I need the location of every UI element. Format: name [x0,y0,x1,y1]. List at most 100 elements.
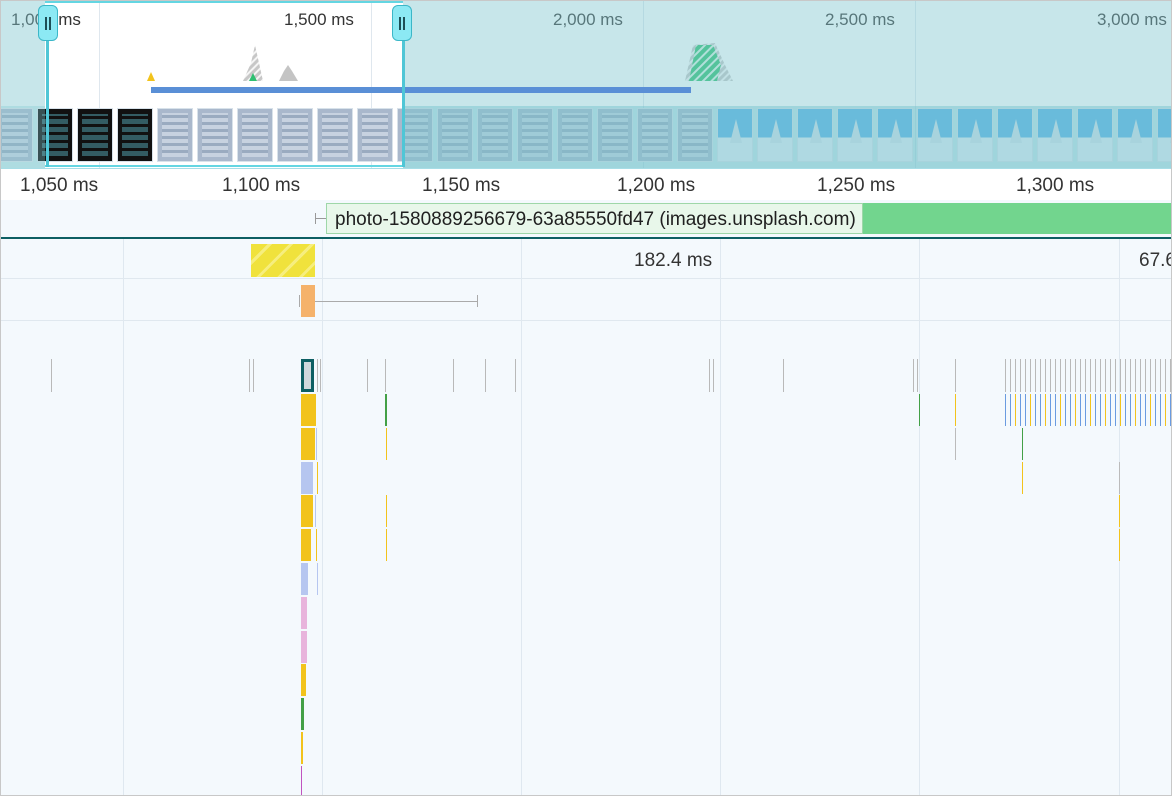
task-tick [1115,359,1116,392]
call-frame [1110,394,1111,426]
gridline [919,239,920,795]
task-tick [709,359,710,392]
gridline [123,239,124,795]
task-tick [1130,359,1131,392]
call-frame [1075,394,1076,426]
network-request-label[interactable]: photo-1580889256679-63a85550fd47 (images… [326,203,863,234]
call-frame [955,428,956,460]
selection-right-line [402,31,405,167]
call-frame [1145,394,1146,426]
loading-event-bar[interactable] [301,285,315,317]
loading-whisker-cap-right [477,295,478,307]
selected-task-event[interactable] [301,359,314,392]
task-tick [1170,359,1171,392]
call-frame [1005,394,1006,426]
task-tick [1095,359,1096,392]
selection-right-handle[interactable] [392,5,412,41]
call-frame [386,529,387,561]
selection-left-handle[interactable] [38,5,58,41]
performance-timeline: 1,000 ms 1,500 ms 2,000 ms 2,500 ms 3,00… [0,0,1172,796]
call-frame [919,394,920,426]
task-tick [1145,359,1146,392]
call-frame [1010,394,1011,426]
call-frame-sliver [316,428,317,460]
call-frame [1119,529,1120,561]
call-frame [1080,394,1081,426]
task-tick [1010,359,1011,392]
timeline-overview[interactable]: 1,000 ms 1,500 ms 2,000 ms 2,500 ms 3,00… [1,1,1171,168]
screenshot-frame[interactable] [77,108,113,162]
task-tick [913,359,914,392]
call-frame [301,428,315,460]
task-tick [1045,359,1046,392]
call-frame [301,495,313,527]
ruler-tick-label: 1,300 ms [1016,175,1095,196]
call-frame [1130,394,1131,426]
task-tick [51,359,52,392]
screenshot-frame[interactable] [317,108,353,162]
task-tick [1135,359,1136,392]
call-frame [1160,394,1161,426]
ruler-tick-label: 1,250 ms [817,175,896,196]
loading-whisker-cap-left [299,295,300,307]
frame-duration-label: 67.6 [1139,250,1171,271]
task-tick [1120,359,1121,392]
call-frame [1065,394,1066,426]
task-tick [1025,359,1026,392]
call-frame [1040,394,1041,426]
call-frame [301,563,308,595]
task-tick [1005,359,1006,392]
task-tick [320,359,321,392]
screenshot-frame[interactable] [197,108,233,162]
task-tick [1035,359,1036,392]
call-frame [1140,394,1141,426]
task-tick [1060,359,1061,392]
task-tick [485,359,486,392]
task-tick [783,359,784,392]
call-frame [1135,394,1136,426]
long-frame-block[interactable] [251,244,315,277]
task-tick [955,359,956,392]
task-tick [1140,359,1141,392]
call-frame [301,597,307,629]
time-ruler: 1,050 ms 1,100 ms 1,150 ms 1,200 ms 1,25… [1,168,1171,201]
call-frame [1170,394,1171,426]
call-frame [386,428,387,460]
task-tick [1040,359,1041,392]
task-tick [1110,359,1111,392]
call-frame-sliver [315,495,316,527]
call-frame [1100,394,1101,426]
filmstrip-shade-right [403,106,1171,168]
task-tick [453,359,454,392]
call-frame [301,394,315,426]
screenshot-frame[interactable] [237,108,273,162]
call-frame [1055,394,1056,426]
screenshot-frame[interactable] [357,108,393,162]
task-tick [1015,359,1016,392]
task-tick [1050,359,1051,392]
ruler-tick-label: 1,150 ms [422,175,501,196]
task-tick [1165,359,1166,392]
call-frame [1090,394,1091,426]
ruler-tick-label: 1,200 ms [617,175,696,196]
network-activity-bar [151,87,691,93]
task-tick [1150,359,1151,392]
call-frame [1015,394,1016,426]
call-frame-sliver [317,462,318,494]
call-frame [1125,394,1126,426]
task-tick [1100,359,1101,392]
call-frame [1070,394,1071,426]
task-tick [1160,359,1161,392]
frame-duration-label: 182.4 ms [634,250,713,271]
task-tick [1090,359,1091,392]
call-frame [386,495,387,527]
task-tick [1155,359,1156,392]
task-tick [1070,359,1071,392]
ruler-tick-label: 1,100 ms [222,175,301,196]
screenshot-frame[interactable] [117,108,153,162]
call-frame [1060,394,1061,426]
task-tick [253,359,254,392]
screenshot-frame[interactable] [277,108,313,162]
call-frame [1150,394,1151,426]
screenshot-frame[interactable] [157,108,193,162]
